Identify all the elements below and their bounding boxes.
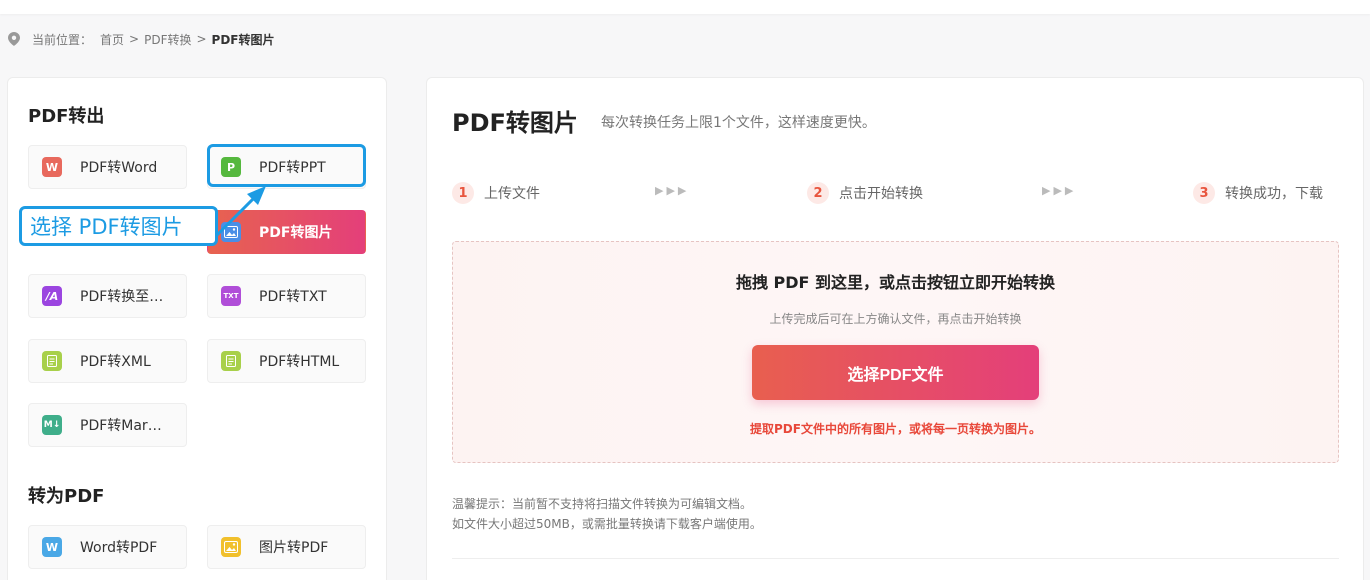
tool-label: PDF转HTML: [259, 354, 340, 370]
ppt-highlight-frame: [207, 144, 366, 187]
tips: 温馨提示：当前暂不支持将扫描文件转换为可编辑文档。 如文件大小超过50MB，或需…: [452, 494, 762, 534]
tool-label: 图片转PDF: [259, 540, 329, 556]
html-icon: [221, 351, 241, 371]
tool-label: PDF转TXT: [259, 289, 327, 305]
breadcrumb-current: PDF转图片: [211, 32, 275, 47]
annotation-callout: 选择 PDF转图片: [19, 206, 218, 246]
xml-icon: [42, 351, 62, 371]
image-icon: [221, 537, 241, 557]
breadcrumb-pdf-convert-link[interactable]: PDF转换: [144, 31, 191, 48]
tool-word-to-pdf[interactable]: W Word转PDF: [28, 525, 187, 569]
breadcrumb-home-link[interactable]: 首页: [100, 31, 124, 48]
word-icon: W: [42, 537, 62, 557]
breadcrumb-separator: >: [129, 32, 140, 46]
page-subtitle: 每次转换任务上限1个文件，这样速度更快。: [601, 115, 876, 131]
section-title-pdf-out: PDF转出: [28, 106, 105, 127]
image-icon: [221, 222, 241, 242]
breadcrumb: 当前位置： 首页 > PDF转换 > PDF转图片: [8, 30, 275, 48]
tip-line: 温馨提示：当前暂不支持将扫描文件转换为可编辑文档。: [452, 497, 753, 511]
select-pdf-button[interactable]: 选择PDF文件: [752, 345, 1039, 400]
main-panel: PDF转图片 每次转换任务上限1个文件，这样速度更快。 1 上传文件 ▶▶▶ 2…: [426, 77, 1364, 580]
step-convert: 2 点击开始转换: [807, 182, 923, 204]
drop-zone-note: 提取PDF文件中的所有图片，或将每一页转换为图片。: [750, 422, 1041, 436]
tool-label: PDF转XML: [80, 354, 151, 370]
tip-line: 如文件大小超过50MB，或需批量转换请下载客户端使用。: [452, 517, 762, 531]
step-arrow-icon: ▶▶▶: [1042, 184, 1077, 197]
section-title-to-pdf: 转为PDF: [28, 486, 105, 507]
step-arrow-icon: ▶▶▶: [655, 184, 690, 197]
tool-pdf-convert-to[interactable]: /A PDF转换至…: [28, 274, 187, 318]
txt-icon: TXT: [221, 286, 241, 306]
tool-pdf-to-markdown[interactable]: M↓ PDF转Mar…: [28, 403, 187, 447]
tool-pdf-to-word[interactable]: W PDF转Word: [28, 145, 187, 189]
tool-sidebar: PDF转出 W PDF转Word P PDF转PPT PDF转图片 /A PDF…: [7, 77, 387, 580]
file-drop-zone[interactable]: 拖拽 PDF 到这里，或点击按钮立即开始转换 上传完成后可在上方确认文件，再点击…: [452, 241, 1339, 463]
step-number: 1: [452, 182, 474, 204]
tool-pdf-to-txt[interactable]: TXT PDF转TXT: [207, 274, 366, 318]
step-upload: 1 上传文件: [452, 182, 540, 204]
breadcrumb-prefix: 当前位置：: [32, 32, 93, 47]
breadcrumb-separator: >: [196, 32, 207, 46]
step-number: 3: [1193, 182, 1215, 204]
tool-pdf-to-xml[interactable]: PDF转XML: [28, 339, 187, 383]
step-label: 上传文件: [484, 186, 540, 202]
tool-pdf-to-image[interactable]: PDF转图片: [207, 210, 366, 254]
step-label: 点击开始转换: [839, 186, 923, 202]
tool-label: PDF转换至…: [80, 289, 164, 305]
top-bar: [0, 0, 1370, 14]
drop-zone-title: 拖拽 PDF 到这里，或点击按钮立即开始转换: [735, 273, 1056, 292]
tool-pdf-to-html[interactable]: PDF转HTML: [207, 339, 366, 383]
step-download: 3 转换成功，下载: [1193, 182, 1323, 204]
step-label: 转换成功，下载: [1225, 186, 1323, 202]
step-number: 2: [807, 182, 829, 204]
tool-label: PDF转图片: [259, 225, 333, 241]
convert-icon: /A: [42, 286, 62, 306]
divider: [452, 558, 1339, 559]
location-pin-icon: [8, 31, 22, 47]
word-icon: W: [42, 157, 62, 177]
drop-zone-hint: 上传完成后可在上方确认文件，再点击开始转换: [769, 312, 1022, 326]
markdown-icon: M↓: [42, 415, 62, 435]
tool-image-to-pdf[interactable]: 图片转PDF: [207, 525, 366, 569]
tool-label: PDF转Word: [80, 160, 158, 176]
page-title: PDF转图片: [452, 109, 578, 137]
tool-label: Word转PDF: [80, 540, 158, 556]
tool-label: PDF转Mar…: [80, 418, 162, 434]
